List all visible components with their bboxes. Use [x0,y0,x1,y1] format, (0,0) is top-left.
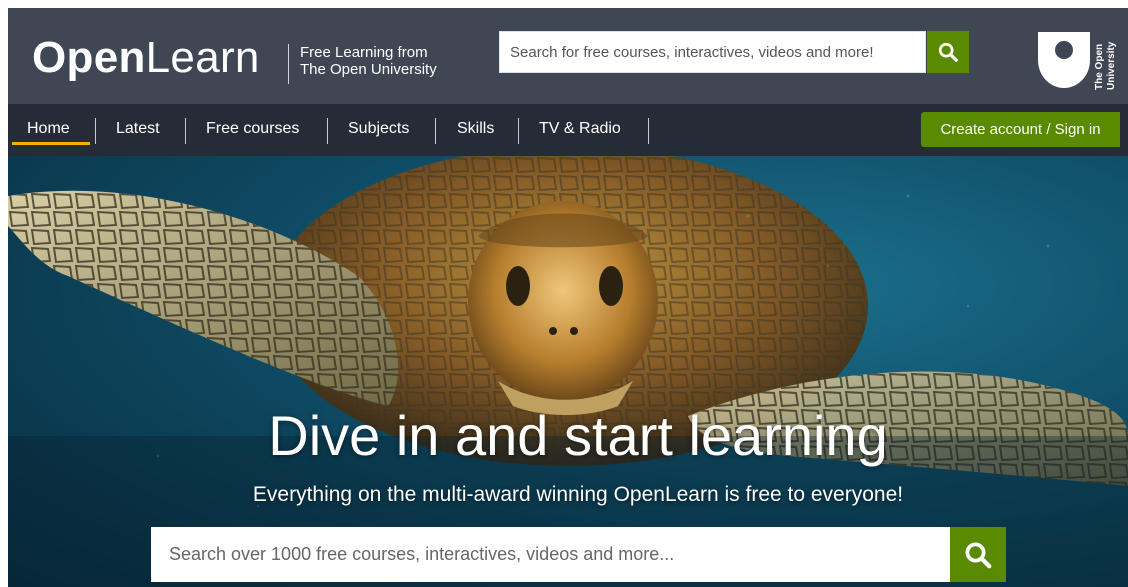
nav-separator [648,118,649,144]
logo-divider [288,44,289,84]
header-search-button[interactable] [927,31,969,73]
create-account-sign-in-button[interactable]: Create account / Sign in [921,112,1120,147]
logo-light-part: Learn [145,33,260,82]
nav-item-free-courses[interactable]: Free courses [206,104,299,156]
header-search-input[interactable] [500,32,925,72]
active-tab-indicator [12,142,90,145]
nav-item-subjects[interactable]: Subjects [348,104,409,156]
page-edge [0,0,8,587]
nav-separator [327,118,328,144]
tagline-line-2: The Open University [300,61,437,78]
logo-bold-part: Open [32,33,146,82]
nav-separator [95,118,96,144]
hero-banner: Dive in and start learning Everything on… [8,156,1128,587]
nav-item-latest[interactable]: Latest [116,104,160,156]
hero-search-input[interactable] [151,527,950,582]
openlearn-logo[interactable]: OpenLearn [32,32,260,84]
hero-search-field[interactable] [151,527,950,582]
nav-item-home[interactable]: Home [27,104,70,156]
header-search-field[interactable] [499,31,926,73]
nav-separator [435,118,436,144]
tagline-line-1: Free Learning from [300,44,428,61]
ou-logo-text-2: University [1106,41,1117,90]
nav-item-skills[interactable]: Skills [457,104,494,156]
sea-turtle-image [8,156,1128,587]
ou-logo-text-1: The Open [1094,44,1105,90]
nav-item-tv-radio[interactable]: TV & Radio [539,104,621,156]
search-icon [938,42,958,62]
nav-separator [185,118,186,144]
search-icon [965,542,992,568]
hero-title: Dive in and start learning [268,404,888,467]
site-tagline: Free Learning from The Open University [300,44,437,78]
open-university-logo[interactable]: The Open University [1036,20,1120,90]
nav-separator [518,118,519,144]
hero-search-button[interactable] [950,527,1006,582]
hero-subtitle: Everything on the multi-award winning Op… [252,483,904,506]
